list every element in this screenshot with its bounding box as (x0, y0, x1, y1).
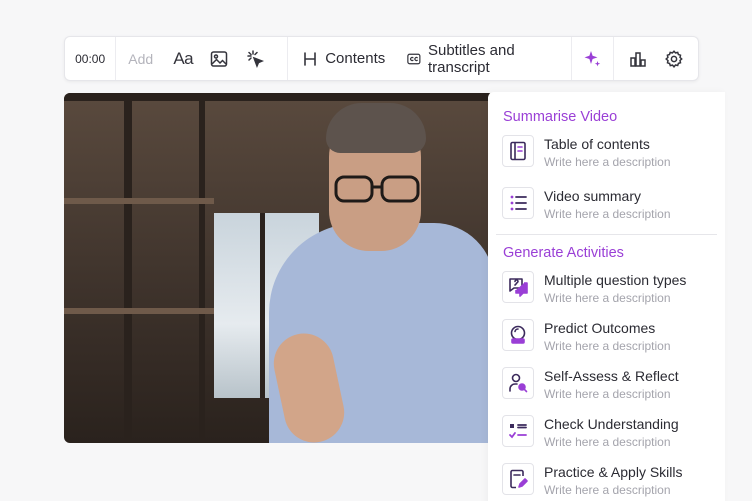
add-label: Add (128, 50, 154, 67)
click-cursor-icon (247, 49, 265, 68)
contents-label: Contents (325, 50, 386, 67)
item-description: Write here a description (544, 387, 671, 401)
edit-doc-icon (502, 463, 534, 495)
subtitles-label: Subtitles and transcript (427, 41, 515, 76)
item-description: Write here a description (544, 207, 671, 221)
image-icon (210, 50, 228, 67)
video-player[interactable] (64, 93, 494, 443)
contents-button[interactable]: Contents (302, 50, 385, 67)
settings-group (614, 37, 698, 80)
summarise-section-title: Summarise Video (503, 109, 618, 125)
crystal-ball-icon (502, 319, 534, 351)
settings-button[interactable] (656, 41, 692, 77)
ai-group (572, 37, 614, 80)
item-description: Write here a description (544, 435, 671, 449)
sparkle-icon (584, 50, 601, 66)
glasses-shape (334, 175, 420, 203)
bar-chart-icon (630, 51, 646, 67)
menu-item-check-understanding[interactable]: Check Understanding Write here a descrip… (502, 415, 679, 450)
item-title: Check Understanding (544, 416, 679, 432)
item-title: Practice & Apply Skills (544, 464, 683, 480)
timestamp: 00:00 (65, 37, 117, 80)
add-hotspot-button[interactable] (237, 41, 273, 77)
item-title: Multiple question types (544, 272, 687, 288)
add-image-button[interactable] (201, 41, 237, 77)
list-icon (502, 187, 534, 219)
item-title: Video summary (544, 188, 642, 204)
menu-item-video-summary[interactable]: Video summary Write here a description (502, 187, 671, 222)
editor-toolbar: 00:00 Add Aa Contents Subtitles and tran… (64, 36, 699, 81)
subtitles-button[interactable]: Subtitles and transcript (407, 42, 559, 76)
ai-generate-button[interactable] (574, 41, 610, 77)
add-tools-group: Add Aa (116, 37, 289, 80)
menu-item-practice-apply-skills[interactable]: Practice & Apply Skills Write here a des… (502, 463, 683, 498)
text-icon: Aa (173, 48, 194, 68)
item-title: Self-Assess & Reflect (544, 368, 679, 384)
gear-icon (665, 49, 683, 68)
section-divider (496, 234, 717, 235)
add-text-button[interactable]: Aa (165, 41, 201, 77)
menu-item-predict-outcomes[interactable]: Predict Outcomes Write here a descriptio… (502, 319, 671, 354)
content-tools-group: Contents Subtitles and transcript (288, 37, 572, 80)
item-title: Predict Outcomes (544, 320, 656, 336)
menu-item-self-assess-reflect[interactable]: Self-Assess & Reflect Write here a descr… (502, 367, 679, 402)
menu-item-table-of-contents[interactable]: Table of contents Write here a descripti… (502, 135, 671, 170)
item-title: Table of contents (544, 136, 650, 152)
person-hair (326, 103, 426, 153)
item-description: Write here a description (544, 483, 671, 497)
analytics-button[interactable] (620, 41, 656, 77)
question-chat-icon (502, 271, 534, 303)
closed-caption-icon (407, 53, 421, 64)
activities-section-title: Generate Activities (503, 245, 624, 261)
checklist-icon (502, 415, 534, 447)
item-description: Write here a description (544, 291, 671, 305)
person-search-icon (502, 367, 534, 399)
menu-item-multiple-question-types[interactable]: Multiple question types Write here a des… (502, 271, 686, 306)
book-icon (502, 135, 534, 167)
item-description: Write here a description (544, 339, 671, 353)
heading-icon (304, 51, 317, 66)
item-description: Write here a description (544, 155, 671, 169)
ai-actions-panel: Summarise Video Table of contents Write … (488, 92, 725, 501)
